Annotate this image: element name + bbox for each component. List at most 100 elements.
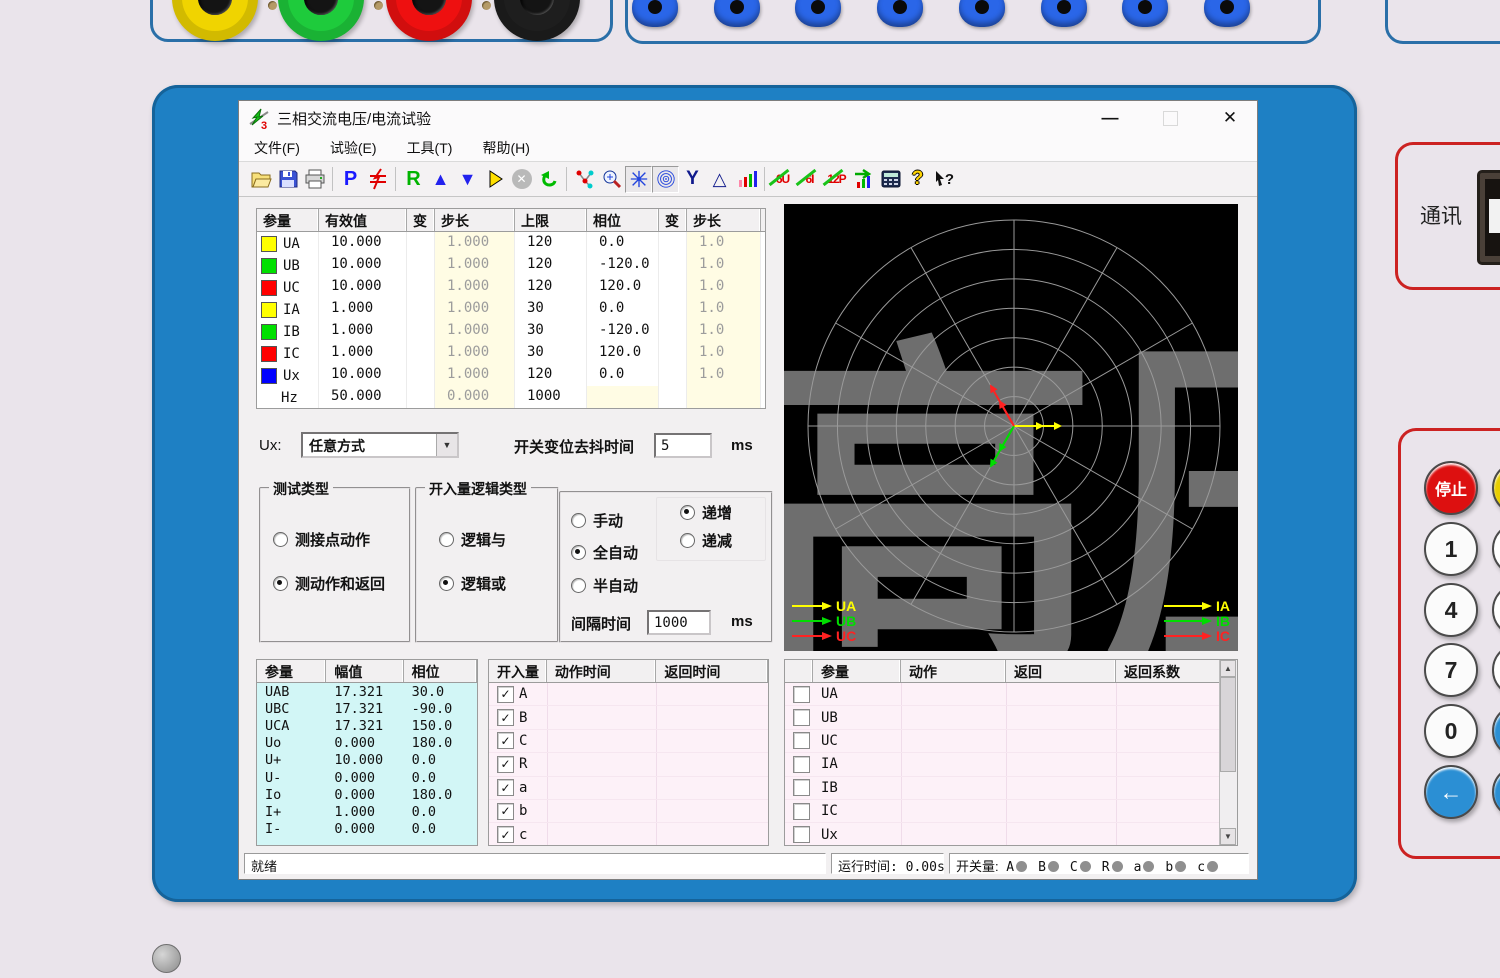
radio-button[interactable] — [680, 505, 695, 520]
partial-button[interactable] — [1492, 765, 1500, 819]
logic-type-option[interactable]: 逻辑或 — [439, 574, 506, 592]
menu-item[interactable]: 试验(E) — [315, 138, 392, 158]
di-return-time-cell[interactable] — [656, 800, 768, 822]
param-var-cell[interactable] — [407, 276, 435, 298]
param-value-cell[interactable]: 10.000 — [319, 254, 407, 276]
action-value-cell[interactable] — [901, 683, 1006, 705]
param-step-cell[interactable]: 1.000 — [435, 254, 515, 276]
print-icon[interactable] — [301, 166, 328, 193]
undo-icon[interactable] — [535, 166, 562, 193]
param-var2-cell[interactable] — [659, 232, 687, 254]
param-step-cell[interactable]: 1.000 — [435, 364, 515, 386]
param-step-cell[interactable]: 0.000 — [435, 386, 515, 408]
param-var2-cell[interactable] — [659, 320, 687, 342]
param-var-cell[interactable] — [407, 232, 435, 254]
digit-button-1[interactable]: 1 — [1424, 522, 1478, 576]
short-circuit-icon[interactable] — [364, 166, 391, 193]
action-value-cell[interactable] — [901, 753, 1006, 775]
interval-input[interactable]: 1000 — [647, 610, 711, 635]
param-var-cell[interactable] — [407, 254, 435, 276]
action-value-cell[interactable] — [901, 800, 1006, 822]
six-u-mode-icon[interactable]: 6U — [769, 166, 796, 193]
param-value-cell[interactable]: 10.000 — [319, 276, 407, 298]
param-var2-cell[interactable] — [659, 298, 687, 320]
param-var-cell[interactable] — [407, 364, 435, 386]
minimize-button[interactable]: — — [1095, 107, 1125, 129]
context-help-icon[interactable]: ? — [931, 166, 958, 193]
vertical-scrollbar[interactable]: ▲ ▼ — [1219, 660, 1237, 845]
param-var2-cell[interactable] — [659, 254, 687, 276]
radio-button[interactable] — [273, 532, 288, 547]
action-value-cell[interactable] — [1006, 753, 1116, 775]
param-phase-cell[interactable] — [587, 386, 659, 408]
checkbox[interactable] — [793, 826, 810, 843]
di-return-time-cell[interactable] — [656, 706, 768, 728]
param-pstep-cell[interactable]: 1.0 — [687, 342, 761, 364]
di-return-time-cell[interactable] — [656, 683, 768, 705]
output-hold-icon[interactable]: P — [337, 166, 364, 193]
action-value-cell[interactable] — [901, 823, 1006, 845]
checkbox[interactable]: ✓ — [497, 756, 514, 773]
param-limit-cell[interactable]: 30 — [515, 320, 587, 342]
partial-button[interactable] — [1492, 522, 1500, 576]
param-var-cell[interactable] — [407, 298, 435, 320]
checkbox[interactable] — [793, 779, 810, 796]
param-var-cell[interactable] — [407, 342, 435, 364]
start-icon[interactable] — [481, 166, 508, 193]
param-phase-cell[interactable]: -120.0 — [587, 254, 659, 276]
param-value-cell[interactable]: 1.000 — [319, 298, 407, 320]
param-phase-cell[interactable]: 0.0 — [587, 232, 659, 254]
action-value-cell[interactable] — [1116, 777, 1222, 799]
direction-option[interactable]: 递减 — [680, 531, 732, 549]
logic-type-option[interactable]: 逻辑与 — [439, 530, 506, 548]
digit-button-0[interactable]: 0 — [1424, 704, 1478, 758]
checkbox[interactable]: ✓ — [497, 803, 514, 820]
param-step-cell[interactable]: 1.000 — [435, 320, 515, 342]
action-value-cell[interactable] — [1116, 730, 1222, 752]
mode-option[interactable]: 半自动 — [571, 576, 638, 594]
scroll-up-icon[interactable]: ▲ — [1220, 660, 1236, 677]
action-value-cell[interactable] — [901, 706, 1006, 728]
param-var2-cell[interactable] — [659, 386, 687, 408]
mode-option[interactable]: 手动 — [571, 511, 623, 529]
delta-connection-icon[interactable]: △ — [706, 166, 733, 193]
test-type-option[interactable]: 测动作和返回 — [273, 574, 385, 592]
param-step-cell[interactable]: 1.000 — [435, 276, 515, 298]
di-return-time-cell[interactable] — [656, 753, 768, 775]
open-file-icon[interactable] — [247, 166, 274, 193]
di-action-time-cell[interactable] — [547, 777, 657, 799]
action-value-cell[interactable] — [1116, 706, 1222, 728]
reset-icon[interactable]: R — [400, 166, 427, 193]
param-pstep-cell[interactable]: 1.0 — [687, 364, 761, 386]
ux-mode-dropdown[interactable]: 任意方式 ▼ — [301, 432, 459, 458]
param-var2-cell[interactable] — [659, 342, 687, 364]
param-value-cell[interactable]: 1.000 — [319, 342, 407, 364]
param-limit-cell[interactable]: 120 — [515, 276, 587, 298]
checkbox[interactable] — [793, 756, 810, 773]
action-value-cell[interactable] — [1006, 777, 1116, 799]
action-value-cell[interactable] — [1116, 753, 1222, 775]
action-value-cell[interactable] — [1116, 800, 1222, 822]
param-step-cell[interactable]: 1.000 — [435, 342, 515, 364]
param-var2-cell[interactable] — [659, 276, 687, 298]
polar-view-icon[interactable] — [652, 166, 679, 193]
menu-item[interactable]: 帮助(H) — [467, 138, 544, 158]
di-action-time-cell[interactable] — [547, 823, 657, 845]
twelve-p-mode-icon[interactable]: 12P — [823, 166, 850, 193]
radio-button[interactable] — [571, 578, 586, 593]
six-i-mode-icon[interactable]: 6I — [796, 166, 823, 193]
param-phase-cell[interactable]: 0.0 — [587, 298, 659, 320]
param-value-cell[interactable]: 10.000 — [319, 364, 407, 386]
checkbox[interactable]: ✓ — [497, 709, 514, 726]
checkbox[interactable] — [793, 709, 810, 726]
trend-graph-icon[interactable] — [850, 166, 877, 193]
param-limit-cell[interactable]: 30 — [515, 342, 587, 364]
di-return-time-cell[interactable] — [656, 777, 768, 799]
menu-item[interactable]: 工具(T) — [392, 138, 468, 158]
param-pstep-cell[interactable]: 1.0 — [687, 232, 761, 254]
param-pstep-cell[interactable]: 1.0 — [687, 298, 761, 320]
partial-button[interactable] — [1492, 583, 1500, 637]
menu-item[interactable]: 文件(F) — [239, 138, 315, 158]
radio-button[interactable] — [680, 533, 695, 548]
action-value-cell[interactable] — [1116, 683, 1222, 705]
